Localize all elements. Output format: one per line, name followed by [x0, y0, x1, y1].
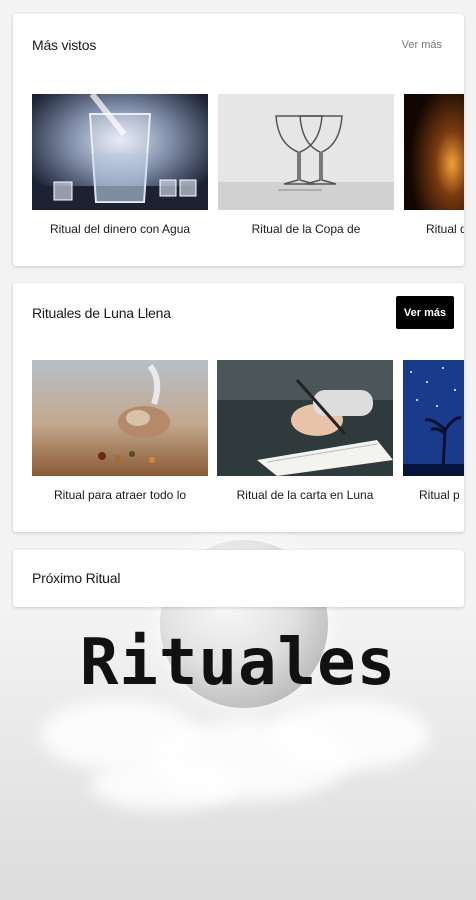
banner-title: Rituales	[79, 626, 397, 700]
item-label[interactable]: Ritual de la carta en Luna	[217, 488, 393, 502]
item-label[interactable]: Ritual para atraer todo lo	[32, 488, 208, 502]
item-label[interactable]: Ritual del dinero con Agua	[32, 222, 208, 236]
see-more-link[interactable]: Ver más	[402, 39, 442, 51]
item-thumbnail[interactable]	[403, 360, 464, 476]
next-ritual-section[interactable]: Próximo Ritual	[13, 550, 464, 607]
cloud-decoration	[90, 760, 240, 810]
item-thumbnail[interactable]	[217, 360, 393, 476]
item-thumbnail[interactable]	[218, 94, 394, 210]
section-title: Rituales de Luna Llena	[32, 305, 171, 321]
section-title: Próximo Ritual	[32, 570, 121, 586]
item-thumbnail[interactable]	[32, 360, 208, 476]
item-thumbnail[interactable]	[404, 94, 464, 210]
cloud-decoration	[270, 700, 430, 770]
item-label[interactable]: Ritual d	[404, 222, 464, 236]
item-label[interactable]: Ritual p	[403, 488, 464, 502]
full-moon-rituals-section: Rituales de Luna Llena Ver más Ritual pa…	[13, 283, 464, 532]
see-more-button[interactable]: Ver más	[396, 296, 454, 329]
section-title: Más vistos	[32, 37, 97, 53]
item-thumbnail[interactable]	[32, 94, 208, 210]
item-label[interactable]: Ritual de la Copa de	[218, 222, 394, 236]
most-viewed-section: Más vistos Ver más Ritual del dinero con…	[13, 14, 464, 266]
